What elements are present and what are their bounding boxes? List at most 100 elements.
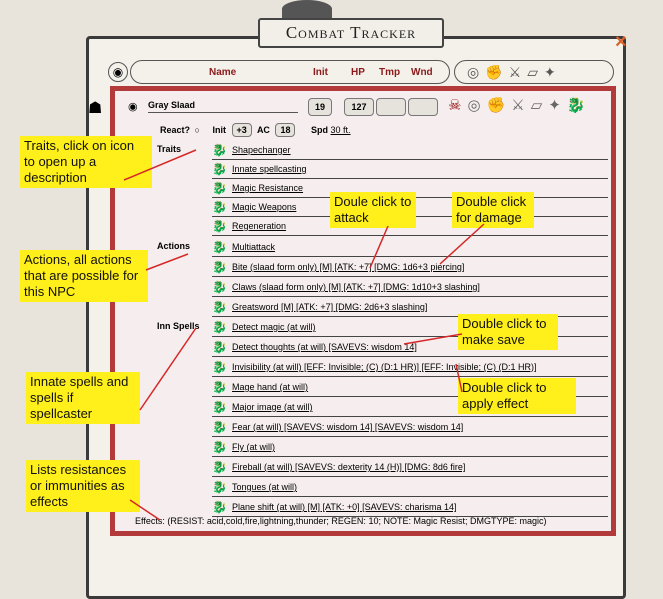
trait-item[interactable]: 🐉 Innate spellcasting <box>212 161 608 179</box>
callout-damage: Double click for damage <box>452 192 534 228</box>
dragon-icon[interactable]: 🐉 <box>212 181 227 195</box>
react-checkbox[interactable]: ○ <box>195 125 200 135</box>
target-icon[interactable]: ◎ <box>467 97 486 114</box>
map-icon[interactable]: ▱ <box>531 97 549 114</box>
section-inn-spells: Inn Spells <box>157 321 200 331</box>
ac-label: AC <box>256 125 270 135</box>
spell-label[interactable]: Plane shift (at will) [M] [ATK: +0] [SAV… <box>232 502 457 512</box>
col-wnd: Wnd <box>411 67 433 78</box>
header-pill: Name Init HP Tmp Wnd <box>130 60 450 84</box>
dragon-icon[interactable]: 🐉 <box>212 440 227 454</box>
action-item[interactable]: 🐉 Multiattack <box>212 239 608 257</box>
dragon-icon[interactable]: 🐉 <box>212 219 227 233</box>
col-init: Init <box>313 67 328 78</box>
dragon-icon[interactable]: 🐉 <box>212 260 227 274</box>
spell-label[interactable]: Mage hand (at will) <box>232 382 308 392</box>
npc-row[interactable]: ☗ ◉ Gray Slaad 19 127 ☠◎✊⚔▱✦🐉 <box>88 96 618 118</box>
action-label[interactable]: Bite (slaad form only) [M] [ATK: +7] [DM… <box>232 262 464 272</box>
npc-hp[interactable]: 127 <box>344 98 374 116</box>
spell-label[interactable]: Fireball (at will) [SAVEVS: dexterity 14… <box>232 462 465 472</box>
init-mod[interactable]: +3 <box>231 123 252 137</box>
dragon-icon[interactable]: 🐉 <box>212 420 227 434</box>
dragon-icon[interactable]: 🐉 <box>212 300 227 314</box>
spell-label[interactable]: Fear (at will) [SAVEVS: wisdom 14] [SAVE… <box>232 422 463 432</box>
spell-item[interactable]: 🐉 Fear (at will) [SAVEVS: wisdom 14] [SAV… <box>212 419 608 437</box>
stat-line: React? ○ Init +3 AC 18 Spd 30 ft. <box>160 123 351 137</box>
fist-icon[interactable]: ✊ <box>487 97 512 114</box>
npc-init[interactable]: 19 <box>308 98 332 116</box>
spell-label[interactable]: Tongues (at will) <box>232 482 297 492</box>
header-icon-group[interactable]: ◎✊⚔▱✦ <box>454 60 614 84</box>
spell-label[interactable]: Detect magic (at will) <box>232 322 316 332</box>
close-icon[interactable]: × <box>615 31 627 54</box>
dragon-icon[interactable]: 🐉 <box>212 280 227 294</box>
effects-icon[interactable]: ✦ <box>544 64 562 80</box>
init-label: Init <box>212 125 226 135</box>
callout-effects: Lists resistances or immunities as effec… <box>26 460 140 512</box>
sword-icon[interactable]: ⚔ <box>509 64 528 80</box>
dragon-icon[interactable]: 🐉 <box>567 97 592 114</box>
dragon-icon[interactable]: 🐉 <box>212 400 227 414</box>
spell-item[interactable]: 🐉 Fly (at will) <box>212 439 608 457</box>
npc-tmp[interactable] <box>376 98 406 116</box>
spell-label[interactable]: Major image (at will) <box>232 402 313 412</box>
spell-item[interactable]: 🐉 Fireball (at will) [SAVEVS: dexterity 1… <box>212 459 608 477</box>
spell-label[interactable]: Detect thoughts (at will) [SAVEVS: wisdo… <box>232 342 417 352</box>
col-name: Name <box>209 67 237 78</box>
trait-label[interactable]: Innate spellcasting <box>232 164 307 174</box>
spell-label[interactable]: Fly (at will) <box>232 442 275 452</box>
col-hp: HP <box>351 67 365 78</box>
target-icon[interactable]: ◎ <box>467 64 485 80</box>
dragon-icon[interactable]: 🐉 <box>212 200 227 214</box>
dragon-icon[interactable]: 🐉 <box>212 380 227 394</box>
dragon-icon[interactable]: 🐉 <box>212 320 227 334</box>
effects-icon[interactable]: ✦ <box>548 97 567 114</box>
spell-item[interactable]: 🐉 Tongues (at will) <box>212 479 608 497</box>
dragon-icon[interactable]: 🐉 <box>212 162 227 176</box>
callout-save: Double click to make save <box>458 314 558 350</box>
action-label[interactable]: Claws (slaad form only) [M] [ATK: +7] [D… <box>232 282 480 292</box>
column-header: ◉ Name Init HP Tmp Wnd ◎✊⚔▱✦ <box>108 60 618 86</box>
spell-item[interactable]: 🐉 Plane shift (at will) [M] [ATK: +0] [SA… <box>212 499 608 517</box>
npc-name[interactable]: Gray Slaad <box>148 100 195 110</box>
action-item[interactable]: 🐉 Bite (slaad form only) [M] [ATK: +7] [D… <box>212 259 608 277</box>
action-label[interactable]: Multiattack <box>232 242 275 252</box>
spell-item[interactable]: 🐉 Invisibility (at will) [EFF: Invisible;… <box>212 359 608 377</box>
trait-label[interactable]: Magic Weapons <box>232 202 296 212</box>
trait-label[interactable]: Magic Resistance <box>232 183 303 193</box>
trait-item[interactable]: 🐉 Shapechanger <box>212 142 608 160</box>
dragon-icon[interactable]: 🐉 <box>212 500 227 514</box>
visibility-eye-icon[interactable]: ◉ <box>128 100 138 113</box>
action-item[interactable]: 🐉 Claws (slaad form only) [M] [ATK: +7] [… <box>212 279 608 297</box>
npc-icon-group[interactable]: ☠◎✊⚔▱✦🐉 <box>448 96 592 114</box>
dragon-icon[interactable]: 🐉 <box>212 340 227 354</box>
trait-label[interactable]: Shapechanger <box>232 145 291 155</box>
npc-name-underline <box>148 112 298 113</box>
effects-line[interactable]: Effects: (RESIST: acid,cold,fire,lightni… <box>135 516 546 526</box>
visibility-eye-icon[interactable]: ◉ <box>108 62 128 82</box>
action-label[interactable]: Greatsword [M] [ATK: +7] [DMG: 2d6+3 sla… <box>232 302 427 312</box>
dragon-icon[interactable]: 🐉 <box>212 360 227 374</box>
npc-wnd[interactable] <box>408 98 438 116</box>
sword-icon[interactable]: ⚔ <box>511 97 530 114</box>
spd-label: Spd <box>310 125 328 135</box>
skull-icon[interactable]: ☠ <box>448 97 467 114</box>
spell-label[interactable]: Invisibility (at will) [EFF: Invisible; … <box>232 362 537 372</box>
callout-apply: Double click to apply effect <box>458 378 576 414</box>
dragon-icon[interactable]: 🐉 <box>212 240 227 254</box>
fist-icon[interactable]: ✊ <box>485 64 508 80</box>
dragon-icon[interactable]: 🐉 <box>212 480 227 494</box>
ac-value[interactable]: 18 <box>275 123 296 137</box>
spd-value[interactable]: 30 ft. <box>331 125 351 135</box>
dragon-icon[interactable]: 🐉 <box>212 143 227 157</box>
token-icon[interactable]: ☗ <box>88 98 102 118</box>
callout-spells: Innate spells and spells if spellcaster <box>26 372 140 424</box>
callout-actions: Actions, all actions that are possible f… <box>20 250 148 302</box>
trait-label[interactable]: Regeneration <box>232 221 286 231</box>
dragon-icon[interactable]: 🐉 <box>212 460 227 474</box>
map-icon[interactable]: ▱ <box>527 64 544 80</box>
callout-traits: Traits, click on icon to open up a descr… <box>20 136 152 188</box>
section-traits: Traits <box>157 144 182 154</box>
title-crest <box>282 0 332 18</box>
react-label: React? <box>160 125 191 135</box>
